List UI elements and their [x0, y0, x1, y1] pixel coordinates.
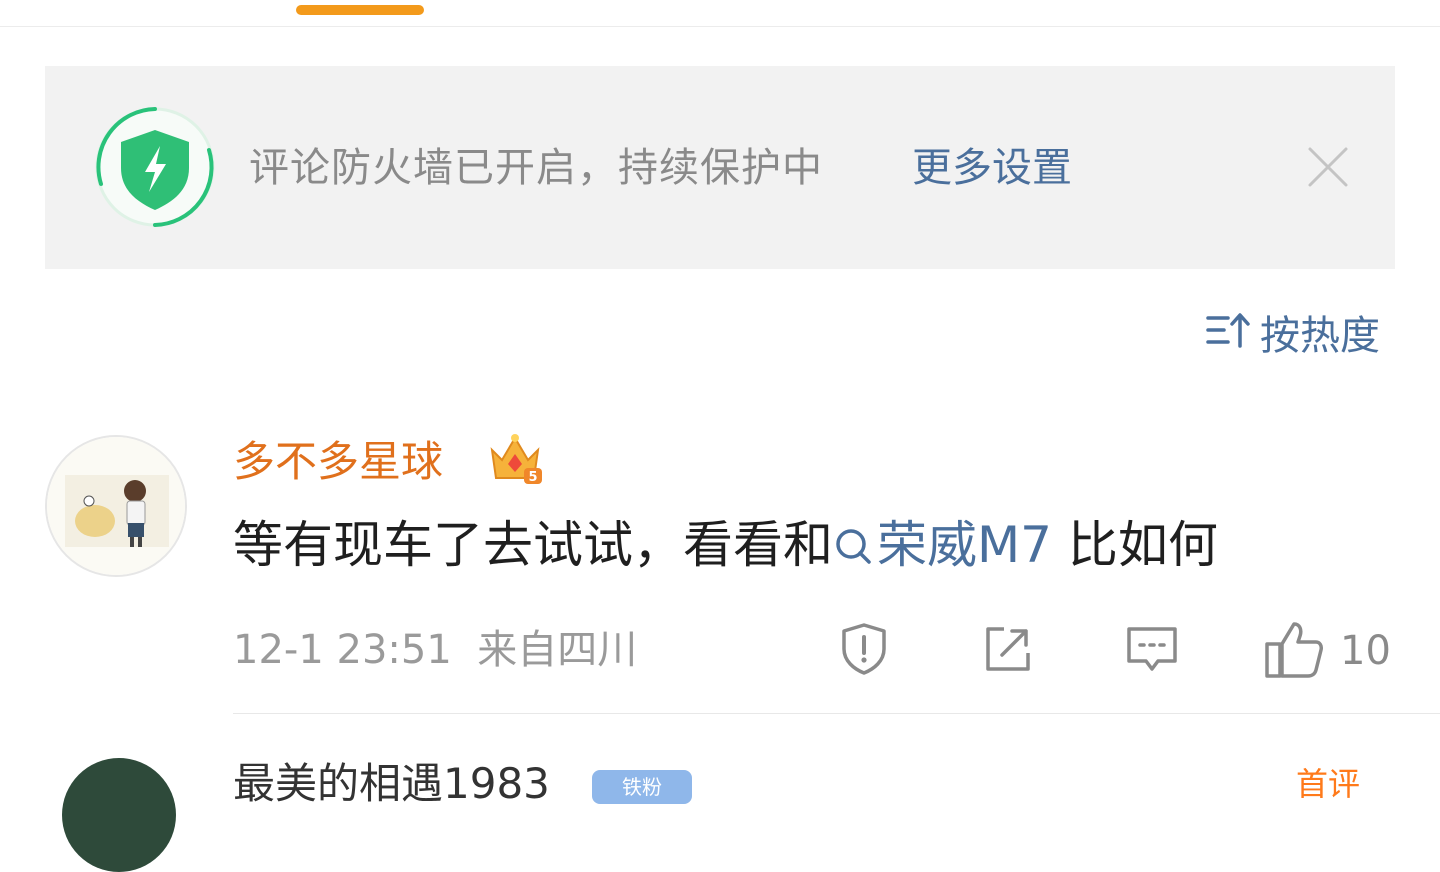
avatar[interactable]: [62, 758, 176, 872]
topic-link[interactable]: 荣威M7: [833, 516, 1052, 574]
firewall-message: 评论防火墙已开启，持续保护中: [249, 145, 823, 191]
comment-firewall-banner: 评论防火墙已开启，持续保护中 更多设置: [45, 66, 1395, 269]
vip-crown-icon: 5: [486, 430, 544, 486]
fan-badge: 铁粉: [592, 770, 692, 804]
report-icon: [836, 621, 892, 681]
shield-lightning-icon: [93, 102, 217, 232]
report-button[interactable]: [836, 622, 892, 680]
comment-text-after: 比如何: [1051, 516, 1218, 574]
search-icon: [836, 529, 871, 564]
sort-label: 按热度: [1260, 313, 1380, 359]
share-icon: [980, 621, 1036, 681]
active-tab-indicator: [296, 5, 424, 15]
more-settings-link[interactable]: 更多设置: [912, 140, 1072, 196]
comment-username[interactable]: 最美的相遇1983: [233, 756, 550, 812]
like-count: 10: [1340, 628, 1391, 674]
comment-meta: 12-1 23:51 来自四川: [233, 622, 637, 678]
svg-text:5: 5: [528, 470, 537, 485]
comment-divider: [233, 713, 1440, 714]
comment-text-before: 等有现车了去试试，看看和: [233, 516, 833, 574]
first-comment-badge: 首评: [1296, 765, 1361, 803]
topic-text: 荣威M7: [877, 516, 1052, 574]
reply-button[interactable]: [1124, 622, 1180, 680]
comment-location: 来自四川: [477, 627, 638, 673]
thumbs-up-icon: [1264, 620, 1324, 682]
sort-icon: [1206, 310, 1250, 354]
share-button[interactable]: [980, 622, 1036, 680]
comment-time: 12-1 23:51: [233, 627, 452, 673]
top-divider: [0, 26, 1440, 27]
like-button[interactable]: 10: [1264, 622, 1391, 680]
comment-body: 等有现车了去试试，看看和 荣威M7 比如何: [233, 512, 1218, 578]
comment-icon: [1124, 621, 1180, 681]
avatar[interactable]: [45, 435, 187, 577]
comment-username[interactable]: 多不多星球: [233, 434, 443, 490]
close-icon[interactable]: [1307, 146, 1349, 188]
sort-by-heat-button[interactable]: 按热度: [1206, 306, 1380, 359]
